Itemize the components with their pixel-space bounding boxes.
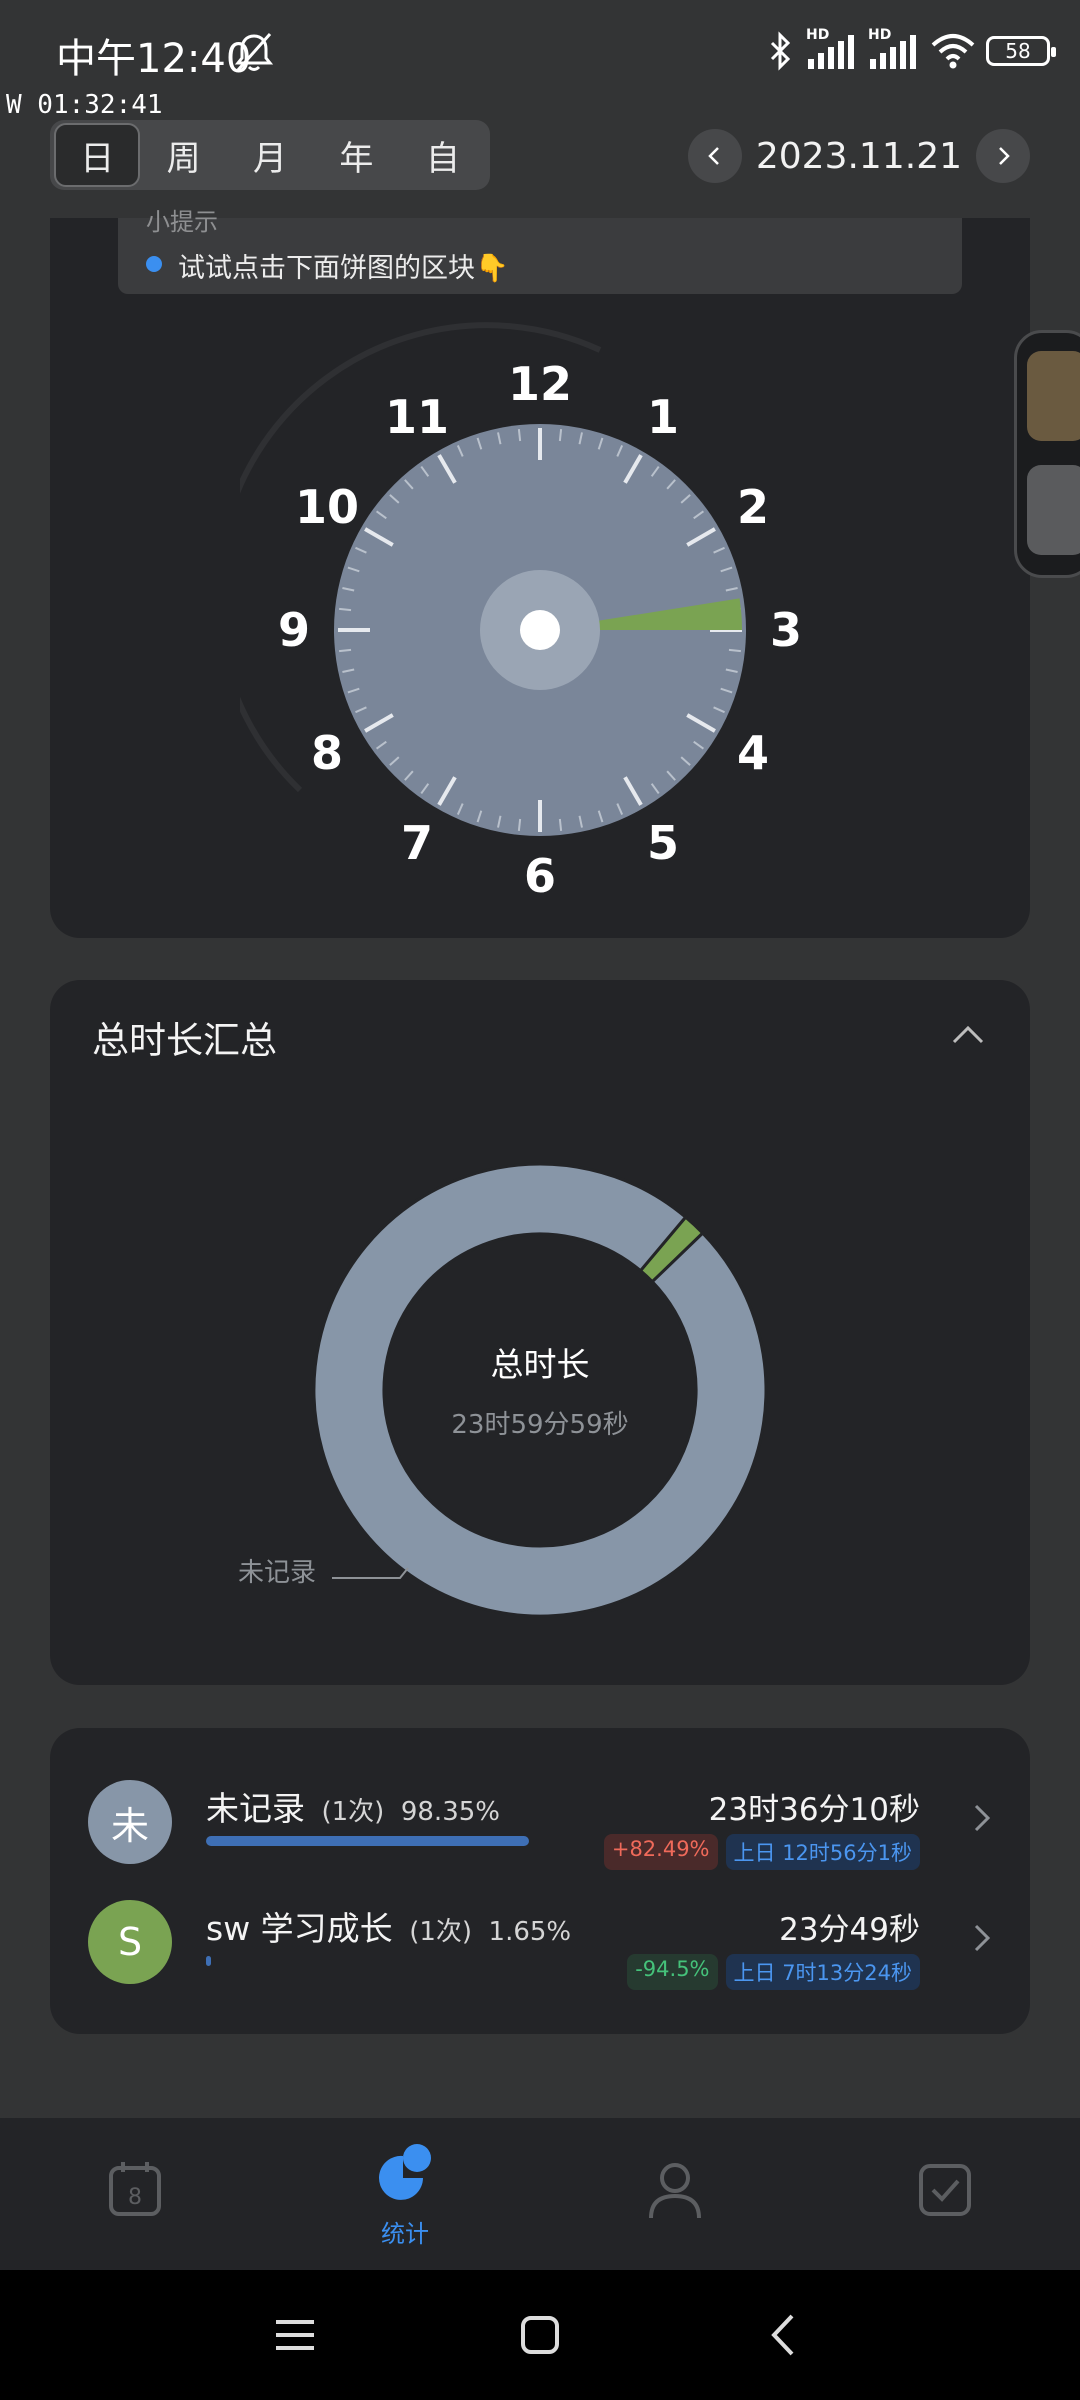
nav-stats-label: 统计 xyxy=(381,2220,429,2248)
record-progress-track xyxy=(206,1836,536,1846)
previous-day-badge: 上日 7时13分24秒 xyxy=(725,1954,920,1990)
donut-center-title: 总时长 xyxy=(490,1345,590,1384)
signal-icon-1: HD xyxy=(806,27,858,71)
clock-number-6: 6 xyxy=(524,849,556,903)
clock-minor-tick xyxy=(517,818,522,831)
clock-minor-tick xyxy=(558,429,563,442)
callout-leader-line xyxy=(332,1567,409,1579)
avatar: 未 xyxy=(88,1780,172,1864)
record-count: (1次) xyxy=(409,1917,473,1947)
side-widget-slot-1[interactable] xyxy=(1027,351,1080,441)
wifi-icon xyxy=(931,34,975,69)
avatar: S xyxy=(88,1900,172,1984)
collapse-chevron-icon[interactable] xyxy=(950,1022,986,1046)
side-widget-slot-2[interactable] xyxy=(1027,465,1080,555)
clock-minor-tick xyxy=(728,648,741,653)
clock-number-7: 7 xyxy=(401,816,433,870)
user-icon xyxy=(649,2163,701,2219)
change-badge: -94.5% xyxy=(627,1954,718,1990)
system-navigation-bar xyxy=(0,2270,1080,2400)
clock-number-5: 5 xyxy=(647,816,679,870)
clock-number-10: 10 xyxy=(295,480,359,534)
record-name: sw 学习成长 (1次) 1.65% xyxy=(206,1902,571,1950)
record-count: (1次) xyxy=(321,1797,385,1827)
tab-custom[interactable]: 自 xyxy=(400,123,486,187)
donut-center-duration: 23时59分59秒 xyxy=(451,1410,629,1440)
clock-number-1: 1 xyxy=(647,390,679,444)
record-progress-fill xyxy=(206,1956,212,1966)
change-badge: +82.49% xyxy=(603,1834,718,1870)
clock-hub xyxy=(520,610,560,650)
calendar-icon: 8 xyxy=(109,2162,161,2216)
tip-text: 试试点击下面饼图的区块👇 xyxy=(178,253,509,284)
clock-minor-tick xyxy=(339,648,352,653)
status-time: 中午12:40 xyxy=(56,36,252,82)
clock-number-8: 8 xyxy=(311,726,343,780)
record-name: 未记录 (1次) 98.35% xyxy=(206,1782,500,1830)
calendar-day: 8 xyxy=(128,2185,142,2210)
signal-icon-2: HD xyxy=(868,27,920,71)
clock-number-3: 3 xyxy=(770,603,802,657)
clock-number-9: 9 xyxy=(278,603,310,657)
tab-day[interactable]: 日 xyxy=(54,123,141,187)
record-badges: -94.5% 上日 7时13分24秒 xyxy=(627,1954,920,1990)
record-percent: 1.65% xyxy=(488,1917,572,1947)
chevron-right-icon xyxy=(974,1804,991,1832)
record-progress-track xyxy=(206,1956,536,1966)
clock-number-2: 2 xyxy=(737,480,769,534)
pie-chart-icon xyxy=(379,2144,431,2200)
clock-number-11: 11 xyxy=(385,390,449,444)
date-navigator: 2023.11.21 xyxy=(687,126,1030,186)
status-icons: HD HD 58 xyxy=(766,26,1056,76)
record-name-text: sw 学习成长 xyxy=(206,1909,393,1948)
record-row-study[interactable]: S sw 学习成长 (1次) 1.65% 23分49秒 -94.5% 上日 7时… xyxy=(50,1886,1030,1996)
nav-tasks[interactable] xyxy=(810,2118,1080,2270)
tip-bullet xyxy=(146,256,162,272)
menu-icon[interactable] xyxy=(270,2310,320,2360)
home-icon[interactable] xyxy=(515,2310,565,2360)
next-date-button[interactable] xyxy=(976,129,1030,183)
record-row-unrecorded[interactable]: 未 未记录 (1次) 98.35% 23时36分10秒 +82.49% 上日 1… xyxy=(50,1766,1030,1876)
chevron-right-icon xyxy=(999,147,1010,165)
clock-number-12: 12 xyxy=(508,357,572,411)
battery-indicator: 58 xyxy=(986,36,1056,66)
clock-chart[interactable]: 121234567891011 xyxy=(240,320,840,940)
bottom-navigation: 8 统计 xyxy=(0,2118,1080,2270)
floating-side-widget[interactable] xyxy=(1014,330,1080,578)
record-progress-fill xyxy=(206,1836,530,1846)
clock-minor-tick xyxy=(517,429,522,442)
chevron-left-icon xyxy=(708,147,719,165)
record-name-text: 未记录 xyxy=(206,1789,305,1828)
bluetooth-icon xyxy=(770,31,791,71)
tab-year[interactable]: 年 xyxy=(313,123,399,187)
donut-callout-label: 未记录 xyxy=(238,1558,317,1588)
chevron-right-icon xyxy=(974,1924,991,1952)
clock-minor-tick xyxy=(558,818,563,831)
current-date[interactable]: 2023.11.21 xyxy=(756,136,962,177)
prev-date-button[interactable] xyxy=(687,129,742,183)
checkbox-icon xyxy=(919,2164,971,2216)
back-icon[interactable] xyxy=(760,2310,810,2360)
record-percent: 98.35% xyxy=(400,1797,500,1827)
mute-bell-icon xyxy=(234,33,274,71)
record-duration: 23时36分10秒 xyxy=(708,1792,920,1828)
period-tabs: 日 周 月 年 自 xyxy=(50,120,490,190)
nav-stats[interactable]: 统计 xyxy=(270,2118,540,2270)
nav-calendar[interactable]: 8 xyxy=(0,2118,270,2270)
record-badges: +82.49% 上日 12时56分1秒 xyxy=(603,1834,920,1870)
previous-day-badge: 上日 12时56分1秒 xyxy=(725,1834,920,1870)
summary-title: 总时长汇总 xyxy=(92,1019,277,1062)
clock-minor-tick xyxy=(339,607,352,612)
nav-profile[interactable] xyxy=(540,2118,810,2270)
record-duration: 23分49秒 xyxy=(779,1912,920,1948)
tab-week[interactable]: 周 xyxy=(140,123,226,187)
overlay-timer: W 01:32:41 xyxy=(6,90,163,120)
tip-title: 小提示 xyxy=(146,208,218,236)
clock-number-4: 4 xyxy=(737,726,769,780)
tab-month[interactable]: 月 xyxy=(227,123,313,187)
